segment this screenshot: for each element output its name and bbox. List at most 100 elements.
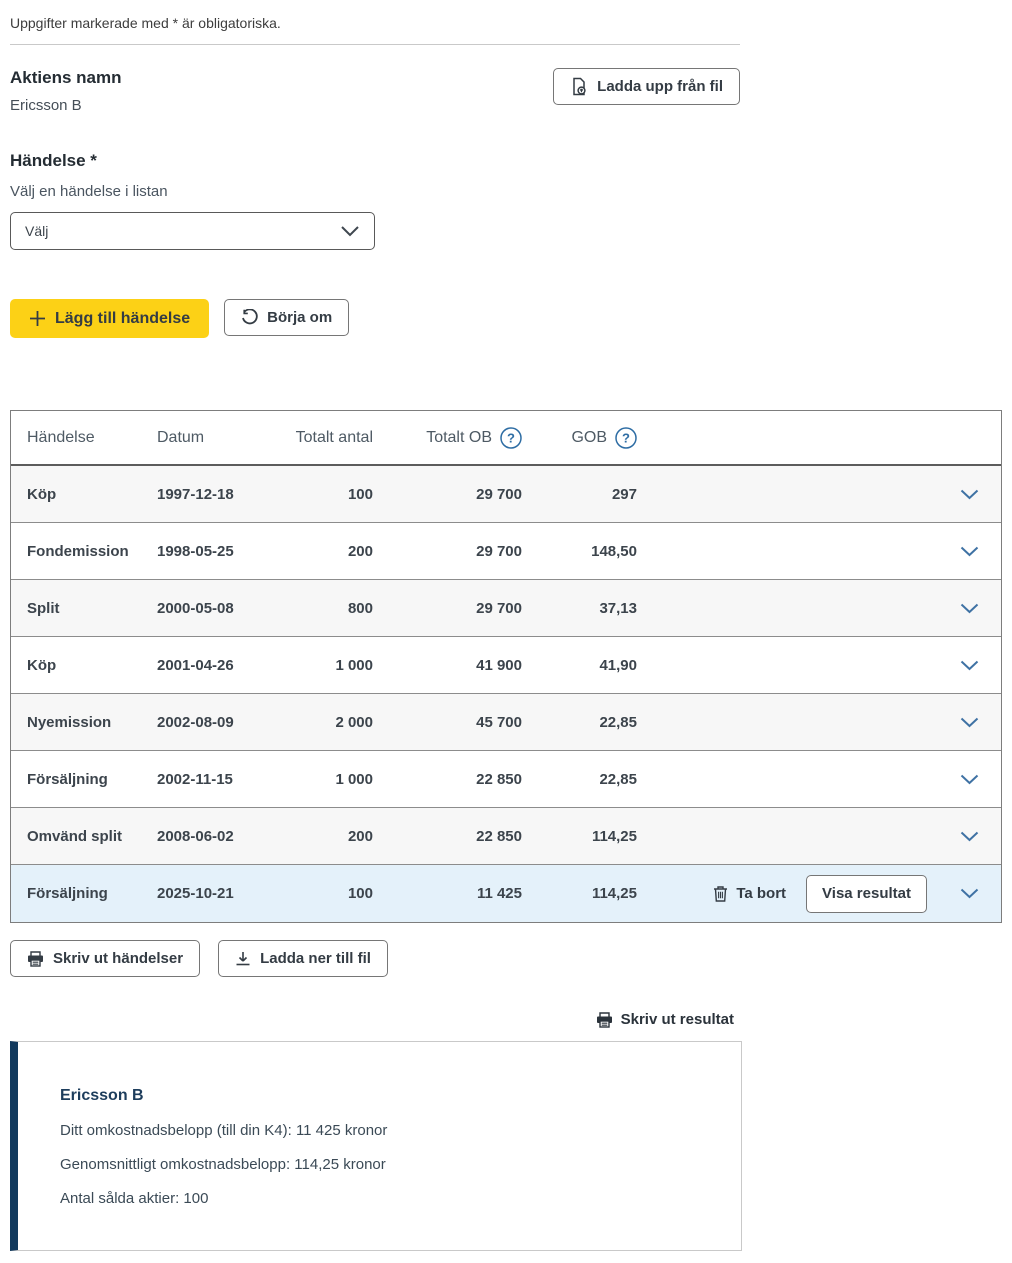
- delete-row-button[interactable]: Ta bort: [713, 885, 786, 902]
- cell-total-ob: 45 700: [373, 714, 522, 731]
- help-question-icon[interactable]: ?: [500, 427, 522, 449]
- print-events-button[interactable]: Skriv ut händelser: [10, 940, 200, 977]
- cell-gob: 22,85: [522, 714, 637, 731]
- expand-row-button[interactable]: [956, 827, 983, 846]
- cell-gob: 41,90: [522, 657, 637, 674]
- stock-section: Aktiens namn Ericsson B Ladda upp från f…: [10, 68, 740, 114]
- file-upload-icon: [570, 77, 588, 96]
- table-body: Köp 1997-12-18 100 29 700 297 Fondemissi…: [11, 466, 1001, 922]
- show-result-label: Visa resultat: [822, 885, 911, 902]
- download-icon: [235, 951, 251, 967]
- trash-icon: [713, 885, 728, 902]
- form-actions: Lägg till händelse Börja om: [10, 299, 1000, 338]
- header-date: Datum: [157, 429, 257, 447]
- cell-total: 1 000: [257, 771, 373, 788]
- chevron-down-icon: [960, 603, 979, 614]
- cell-event: Split: [27, 600, 157, 617]
- table-row[interactable]: Försäljning 2002-11-15 1 000 22 850 22,8…: [11, 751, 1001, 808]
- expand-row-button[interactable]: [956, 713, 983, 732]
- cell-total-ob: 22 850: [373, 771, 522, 788]
- cell-gob: 22,85: [522, 771, 637, 788]
- cell-event: Försäljning: [27, 885, 157, 902]
- show-result-button[interactable]: Visa resultat: [806, 875, 927, 913]
- cell-total-ob: 11 425: [373, 885, 522, 902]
- upload-button-label: Ladda upp från fil: [597, 78, 723, 95]
- header-total-ob: Totalt OB ?: [373, 427, 522, 449]
- result-line-cost: Ditt omkostnadsbelopp (till din K4): 11 …: [60, 1122, 711, 1139]
- table-buttons: Skriv ut händelser Ladda ner till fil: [10, 940, 1000, 977]
- add-event-label: Lägg till händelse: [55, 310, 190, 328]
- cell-total-ob: 41 900: [373, 657, 522, 674]
- cell-total: 200: [257, 543, 373, 560]
- cell-event: Fondemission: [27, 543, 157, 560]
- chevron-down-icon: [960, 774, 979, 785]
- table-row[interactable]: Omvänd split 2008-06-02 200 22 850 114,2…: [11, 808, 1001, 865]
- cell-date: 2008-06-02: [157, 828, 257, 845]
- cell-total: 800: [257, 600, 373, 617]
- cell-event: Omvänd split: [27, 828, 157, 845]
- download-file-button[interactable]: Ladda ner till fil: [218, 940, 388, 977]
- svg-text:?: ?: [507, 430, 515, 445]
- expand-row-button[interactable]: [956, 884, 983, 903]
- cell-date: 2025-10-21: [157, 885, 257, 902]
- cell-gob: 37,13: [522, 600, 637, 617]
- plus-icon: [29, 310, 46, 327]
- table-row[interactable]: Köp 2001-04-26 1 000 41 900 41,90: [11, 637, 1001, 694]
- delete-row-label: Ta bort: [736, 885, 786, 902]
- table-row[interactable]: Fondemission 1998-05-25 200 29 700 148,5…: [11, 523, 1001, 580]
- event-select[interactable]: Välj: [10, 212, 375, 250]
- expand-row-button[interactable]: [956, 656, 983, 675]
- result-line-average: Genomsnittligt omkostnadsbelopp: 114,25 …: [60, 1156, 711, 1173]
- cell-total-ob: 29 700: [373, 543, 522, 560]
- expand-row-button[interactable]: [956, 770, 983, 789]
- table-header: Händelse Datum Totalt antal Totalt OB ? …: [11, 411, 1001, 466]
- chevron-down-icon: [960, 831, 979, 842]
- event-select-value: Välj: [25, 223, 48, 239]
- help-question-icon[interactable]: ?: [615, 427, 637, 449]
- cell-gob: 297: [522, 486, 637, 503]
- cell-total-ob: 29 700: [373, 486, 522, 503]
- cell-total: 100: [257, 486, 373, 503]
- cell-date: 1997-12-18: [157, 486, 257, 503]
- expand-row-button[interactable]: [956, 542, 983, 561]
- expand-row-button[interactable]: [956, 599, 983, 618]
- print-result-button[interactable]: Skriv ut resultat: [596, 1011, 734, 1028]
- cell-event: Köp: [27, 486, 157, 503]
- stock-info: Aktiens namn Ericsson B: [10, 68, 121, 114]
- cell-total: 100: [257, 885, 373, 902]
- cell-total-ob: 29 700: [373, 600, 522, 617]
- chevron-down-icon: [960, 717, 979, 728]
- table-row[interactable]: Split 2000-05-08 800 29 700 37,13: [11, 580, 1001, 637]
- printer-icon: [27, 951, 44, 967]
- cell-total: 1 000: [257, 657, 373, 674]
- cell-gob: 114,25: [522, 828, 637, 845]
- chevron-down-icon: [960, 888, 979, 899]
- table-row[interactable]: Köp 1997-12-18 100 29 700 297: [11, 466, 1001, 523]
- cell-date: 2000-05-08: [157, 600, 257, 617]
- events-table: Händelse Datum Totalt antal Totalt OB ? …: [10, 410, 1002, 923]
- chevron-down-icon: [960, 546, 979, 557]
- expand-row-button[interactable]: [956, 485, 983, 504]
- table-row[interactable]: Försäljning 2025-10-21 100 11 425 114,25…: [11, 865, 1001, 922]
- result-title: Ericsson B: [60, 1087, 711, 1105]
- cell-gob: 148,50: [522, 543, 637, 560]
- row-actions: Ta bort Visa resultat: [637, 875, 949, 913]
- stock-name-label: Aktiens namn: [10, 68, 121, 88]
- undo-icon: [241, 309, 258, 326]
- cell-total-ob: 22 850: [373, 828, 522, 845]
- event-label: Händelse *: [10, 151, 1000, 171]
- chevron-down-icon: [960, 489, 979, 500]
- reset-button-label: Börja om: [267, 309, 332, 326]
- cell-event: Försäljning: [27, 771, 157, 788]
- cell-event: Köp: [27, 657, 157, 674]
- add-event-button[interactable]: Lägg till händelse: [10, 299, 209, 338]
- print-events-label: Skriv ut händelser: [53, 950, 183, 967]
- upload-from-file-button[interactable]: Ladda upp från fil: [553, 68, 740, 105]
- result-line-count: Antal sålda aktier: 100: [60, 1190, 711, 1207]
- header-event: Händelse: [27, 429, 157, 447]
- print-result-label: Skriv ut resultat: [621, 1011, 734, 1028]
- table-row[interactable]: Nyemission 2002-08-09 2 000 45 700 22,85: [11, 694, 1001, 751]
- event-help-text: Välj en händelse i listan: [10, 183, 1000, 200]
- reset-button[interactable]: Börja om: [224, 299, 349, 336]
- cell-date: 1998-05-25: [157, 543, 257, 560]
